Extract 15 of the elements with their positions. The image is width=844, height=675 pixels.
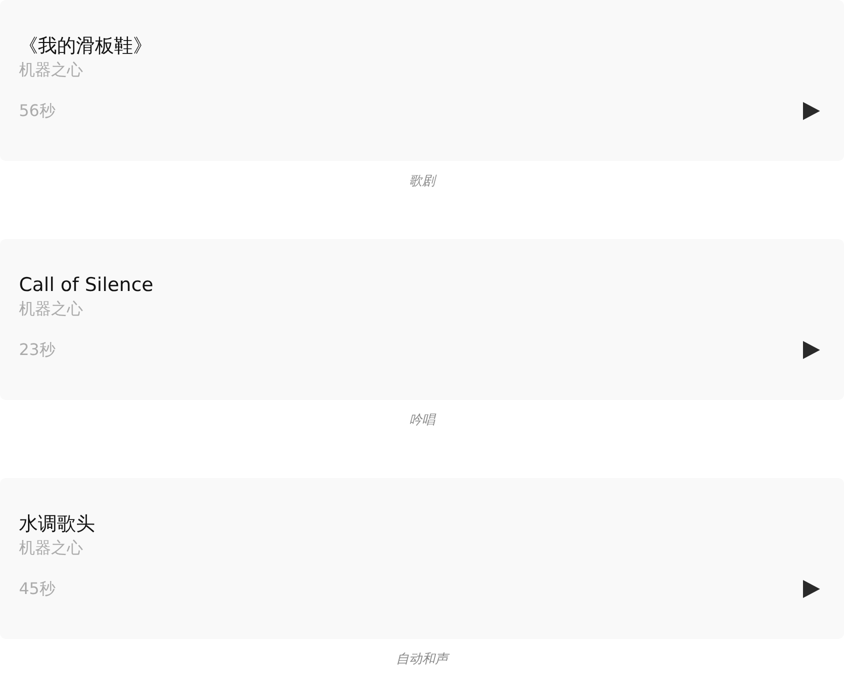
play-button[interactable] (803, 580, 820, 598)
play-button[interactable] (803, 102, 820, 120)
artist-name: 机器之心 (19, 59, 83, 81)
track-duration: 45秒 (19, 578, 56, 600)
track-title: Call of Silence (19, 273, 154, 298)
track-caption: 自动和声 (396, 651, 448, 669)
play-button[interactable] (803, 341, 820, 359)
track-caption: 吟唱 (409, 412, 435, 430)
track-caption: 歌剧 (409, 173, 435, 191)
artist-name: 机器之心 (19, 537, 83, 559)
track-title: 《我的滑板鞋》 (19, 34, 152, 59)
track-duration: 56秒 (19, 100, 56, 122)
artist-name: 机器之心 (19, 298, 83, 320)
track-duration: 23秒 (19, 339, 56, 361)
track-title: 水调歌头 (19, 512, 95, 537)
